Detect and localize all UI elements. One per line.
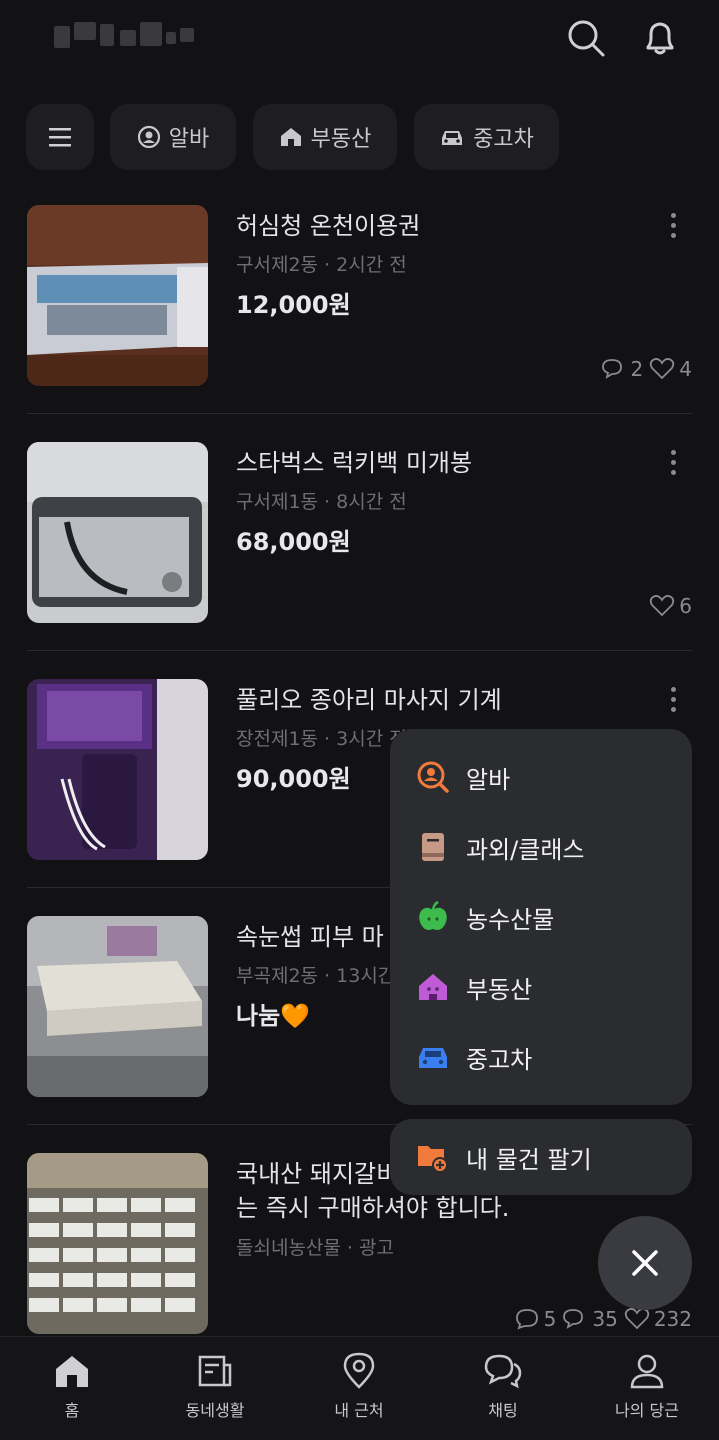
item-title: 풀리오 종아리 마사지 기계 xyxy=(236,686,502,714)
item-stats: 6 xyxy=(643,594,692,618)
like-count: 6 xyxy=(649,594,692,618)
menu-item-realestate[interactable]: 부동산 xyxy=(416,967,532,1007)
item-price: 나눔🧡 xyxy=(236,1002,311,1030)
nav-label: 홈 xyxy=(64,1401,80,1420)
chip-menu[interactable] xyxy=(26,104,94,170)
menu-item-label: 부동산 xyxy=(466,975,533,1004)
divider xyxy=(27,650,692,651)
item-thumbnail xyxy=(27,205,208,386)
car-icon xyxy=(419,1048,447,1068)
blurred-logo xyxy=(54,22,194,48)
divider xyxy=(27,413,692,414)
item-title: 스타벅스 럭키백 미개봉 xyxy=(236,449,473,477)
house-icon xyxy=(419,974,447,1000)
person-icon xyxy=(630,1354,664,1389)
item-stats: 2 4 xyxy=(595,357,692,381)
nav-home[interactable]: 홈 xyxy=(0,1337,144,1440)
like-count: 4 xyxy=(649,357,692,381)
heart-icon xyxy=(650,595,675,617)
item-thumbnail xyxy=(27,916,208,1097)
item-stats: 5 35 232 xyxy=(508,1307,692,1331)
job-search-icon xyxy=(417,761,449,793)
menu-icon xyxy=(49,128,71,147)
nav-label: 채팅 xyxy=(488,1401,518,1420)
folder-plus-icon xyxy=(418,1146,448,1173)
chip-realestate[interactable]: 부동산 xyxy=(253,104,397,170)
nav-chat[interactable]: 채팅 xyxy=(431,1337,575,1440)
list-item[interactable]: 스타벅스 럭키백 미개봉 구서제1동 · 8시간 전 68,000원 6 xyxy=(27,442,692,679)
chat-count: 35 xyxy=(562,1307,618,1331)
close-menu-button[interactable] xyxy=(598,1216,692,1310)
menu-item-produce[interactable]: 농수산물 xyxy=(416,897,554,937)
bell-icon[interactable] xyxy=(640,18,680,58)
app-header xyxy=(0,0,719,90)
chip-label: 부동산 xyxy=(310,127,372,152)
heart-icon xyxy=(624,1308,649,1330)
item-price: 12,000원 xyxy=(236,291,351,319)
menu-item-label: 중고차 xyxy=(466,1045,533,1074)
list-item[interactable]: 허심청 온천이용권 구서제2동 · 2시간 전 12,000원 2 4 xyxy=(27,205,692,442)
item-price: 68,000원 xyxy=(236,528,351,556)
comment-count: 5 xyxy=(514,1307,556,1331)
bottom-navigation: 홈 동네생활 내 근처 채팅 나의 당근 xyxy=(0,1336,719,1440)
book-icon xyxy=(422,833,444,861)
sell-my-item-button[interactable]: 내 물건 팔기 xyxy=(390,1119,692,1195)
apple-icon xyxy=(419,900,447,930)
item-thumbnail xyxy=(27,442,208,623)
item-price: 90,000원 xyxy=(236,765,351,793)
chip-label: 중고차 xyxy=(473,127,534,152)
write-category-menu: 알바 과외/클래스 농수산물 부동산 중고차 xyxy=(390,729,692,1105)
comment-icon xyxy=(515,1309,538,1330)
nav-my-profile[interactable]: 나의 당근 xyxy=(575,1337,719,1440)
chat-bubbles-icon xyxy=(563,1309,584,1329)
menu-item-jobs[interactable]: 알바 xyxy=(416,757,510,797)
nav-label: 내 근처 xyxy=(334,1401,384,1420)
search-icon[interactable] xyxy=(566,18,606,58)
car-icon xyxy=(442,131,463,145)
location-pin-icon xyxy=(343,1352,375,1389)
menu-item-classes[interactable]: 과외/클래스 xyxy=(416,827,585,867)
menu-item-label: 농수산물 xyxy=(466,905,555,934)
item-meta: 돌쇠네농산물 · 광고 xyxy=(236,1237,394,1259)
more-options-icon[interactable] xyxy=(668,687,678,717)
nav-community[interactable]: 동네생활 xyxy=(143,1337,287,1440)
more-options-icon[interactable] xyxy=(668,450,678,480)
item-meta: 구서제1동 · 8시간 전 xyxy=(236,491,407,513)
menu-item-cars[interactable]: 중고차 xyxy=(416,1037,532,1077)
item-meta: 장전제1동 · 3시간 전 xyxy=(236,728,407,750)
home-icon xyxy=(56,1356,88,1387)
item-title: 허심청 온천이용권 xyxy=(236,212,421,240)
item-thumbnail xyxy=(27,679,208,860)
menu-item-label: 과외/클래스 xyxy=(466,835,585,864)
chip-label: 알바 xyxy=(168,127,210,152)
nav-nearby[interactable]: 내 근처 xyxy=(287,1337,431,1440)
item-thumbnail xyxy=(27,1153,208,1334)
house-icon xyxy=(280,128,301,146)
nav-label: 나의 당근 xyxy=(615,1401,679,1420)
chat-bubbles-icon xyxy=(601,359,622,379)
person-circle-icon xyxy=(137,125,160,149)
newspaper-icon xyxy=(198,1355,232,1387)
chip-cars[interactable]: 중고차 xyxy=(414,104,559,170)
like-count: 232 xyxy=(624,1307,692,1331)
nav-label: 동네생활 xyxy=(185,1401,245,1420)
more-options-icon[interactable] xyxy=(668,213,678,243)
chip-jobs[interactable]: 알바 xyxy=(110,104,236,170)
menu-item-label: 알바 xyxy=(466,765,511,794)
close-icon xyxy=(632,1250,658,1276)
item-meta: 구서제2동 · 2시간 전 xyxy=(236,254,407,276)
sell-label: 내 물건 팔기 xyxy=(466,1145,592,1174)
heart-icon xyxy=(650,358,675,380)
chat-count: 2 xyxy=(601,357,643,381)
chat-icon xyxy=(484,1354,522,1389)
